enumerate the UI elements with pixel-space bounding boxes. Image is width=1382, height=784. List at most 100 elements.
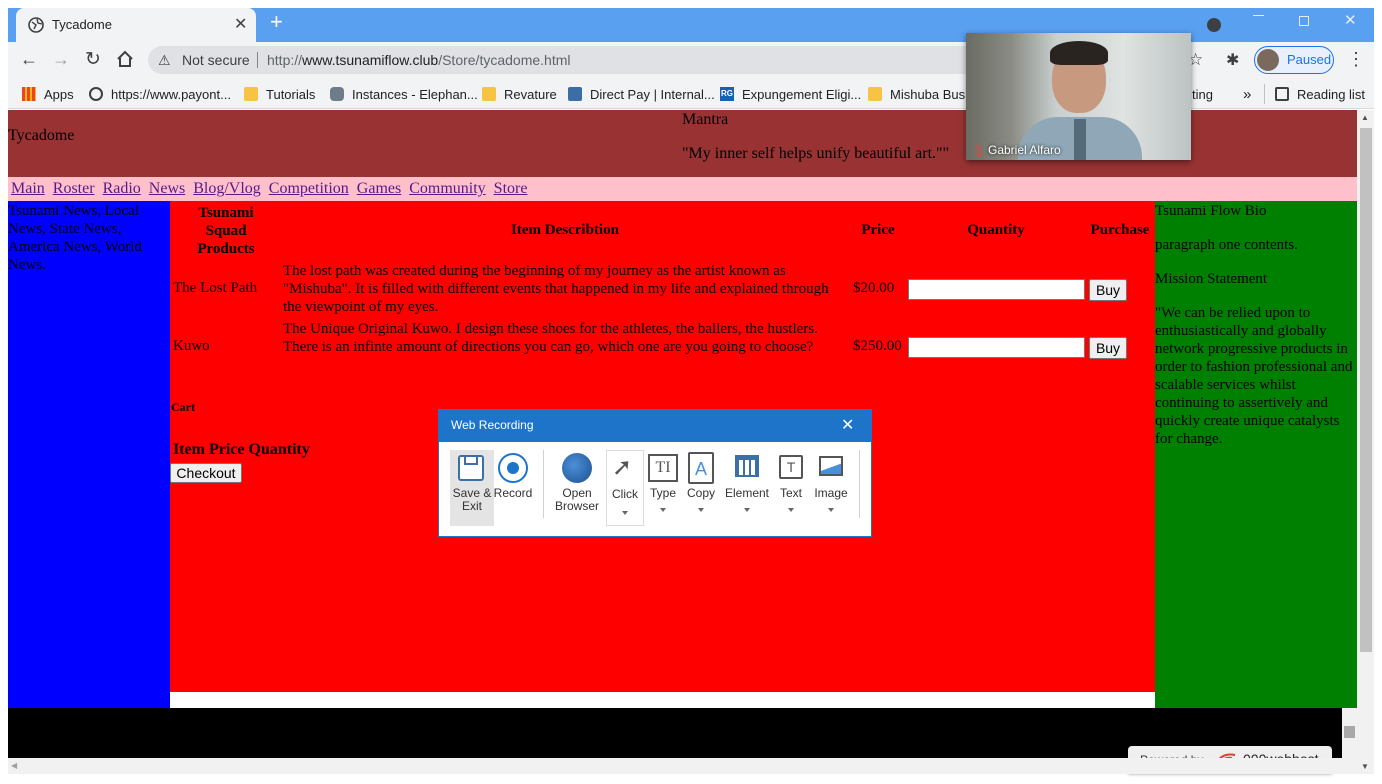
scroll-down-arrow-icon[interactable]: ▼ (1361, 762, 1369, 771)
open-browser-button[interactable]: Open Browser (552, 450, 602, 526)
participant-name: Gabriel Alfaro (988, 143, 1061, 157)
browser-tab[interactable]: Tycadome ✕ (16, 8, 256, 42)
address-bar[interactable]: ⚠ Not secure http://www.tsunamiflow.club… (148, 46, 978, 74)
extensions-icon[interactable]: ✱ (1226, 50, 1239, 70)
nav-games[interactable]: Games (357, 180, 401, 197)
type-button[interactable]: TI Type (645, 450, 681, 526)
profile-status: Paused (1287, 52, 1332, 67)
person-tie (1074, 119, 1086, 160)
restore-icon[interactable] (1299, 16, 1309, 26)
person-hair (1050, 41, 1108, 65)
avatar (1257, 49, 1279, 71)
not-secure-label: Not secure (182, 52, 250, 68)
tool-label: Record (493, 486, 533, 500)
col-header-products: Tsunami Squad Products (197, 205, 255, 257)
buy-button[interactable]: Buy (1089, 279, 1127, 301)
bookmark-label: https://www.payont... (111, 86, 231, 102)
copy-dropdown-caret[interactable] (698, 508, 704, 512)
text-dropdown-caret[interactable] (788, 508, 794, 512)
element-button[interactable]: Element (723, 450, 771, 526)
bookmark-direct-pay[interactable]: Direct Pay | Internal... (568, 84, 715, 104)
image-button[interactable]: Image (811, 450, 851, 526)
quantity-input[interactable] (908, 337, 1085, 358)
forward-icon[interactable]: → (52, 49, 70, 70)
nav-roster[interactable]: Roster (53, 180, 95, 197)
more-bookmarks[interactable]: » (1243, 84, 1251, 104)
checkout-button[interactable]: Checkout (170, 463, 242, 483)
bookmark-revature[interactable]: Revature (482, 84, 557, 104)
bookmark-label: Mishuba Busin (890, 86, 976, 102)
bookmark-instances[interactable]: Instances - Elephan... (330, 84, 478, 104)
save-exit-button[interactable]: Save & Exit (450, 450, 494, 526)
horizontal-scrollbar[interactable] (8, 758, 1357, 774)
col-header-purchase: Purchase (1090, 222, 1150, 238)
element-grid-icon (735, 455, 759, 477)
home-icon[interactable] (116, 50, 134, 68)
reading-list-icon (1275, 87, 1289, 101)
reload-icon[interactable]: ↻ (85, 48, 101, 71)
bookmark-mishuba[interactable]: Mishuba Busin (868, 84, 975, 104)
menu-kebab-icon[interactable]: ⋮ (1347, 49, 1365, 70)
record-button[interactable]: Record (491, 450, 535, 526)
bio-title: Tsunami Flow Bio (1155, 203, 1267, 219)
text-button[interactable]: T Text (773, 450, 809, 526)
record-icon (498, 453, 528, 483)
buy-button[interactable]: Buy (1089, 337, 1127, 359)
scroll-left-arrow-icon[interactable]: ◀ (11, 761, 17, 770)
rg-icon: RG (720, 87, 734, 101)
bookmark-payont[interactable]: https://www.payont... (89, 84, 231, 104)
nav-news[interactable]: News (149, 180, 185, 197)
nav-competition[interactable]: Competition (269, 180, 349, 197)
nav-store[interactable]: Store (494, 180, 528, 197)
close-icon[interactable]: ✕ (841, 415, 854, 435)
bio-text: paragraph one contents. (1155, 237, 1298, 253)
type-dropdown-caret[interactable] (660, 508, 666, 512)
bookmark-label: Revature (504, 86, 557, 102)
cursor-click-icon: ➚ (612, 454, 633, 481)
bookmark-expungement[interactable]: RG Expungement Eligi... (720, 84, 861, 104)
product-description: The Unique Original Kuwo. I design these… (283, 321, 818, 355)
element-dropdown-caret[interactable] (744, 508, 750, 512)
text-field-icon: TI (648, 454, 678, 482)
reading-list[interactable]: Reading list (1275, 84, 1365, 104)
back-icon[interactable]: ← (20, 49, 38, 70)
copy-text-icon: A (688, 452, 714, 484)
url-path: /Store/tycadome.html (438, 52, 571, 68)
close-tab-icon[interactable]: ✕ (234, 14, 247, 34)
click-dropdown-caret[interactable] (622, 511, 628, 515)
bookmark-label: Expungement Eligi... (742, 86, 862, 102)
nav-blog-vlog[interactable]: Blog/Vlog (193, 180, 261, 197)
minimize-icon[interactable] (1253, 15, 1264, 16)
new-tab-button[interactable]: + (270, 11, 283, 33)
nav-community[interactable]: Community (409, 180, 485, 197)
scroll-up-arrow-icon[interactable]: ▲ (1361, 113, 1369, 122)
nav-main[interactable]: Main (11, 180, 45, 197)
profile-button[interactable]: Paused (1254, 46, 1334, 74)
bookmark-tutorials[interactable]: Tutorials (244, 84, 315, 104)
copy-button[interactable]: A Copy (683, 450, 719, 526)
dialog-title: Web Recording (451, 418, 534, 432)
video-tile: 🎙 Gabriel Alfaro (966, 33, 1191, 160)
image-icon (819, 456, 843, 476)
col-header-description: Item Describtion (511, 222, 619, 238)
right-sidebar: Tsunami Flow Bio paragraph one contents.… (1155, 201, 1357, 708)
quantity-input[interactable] (908, 279, 1085, 300)
bookmark-label: ting (1192, 86, 1213, 102)
inner-scroll-thumb[interactable] (1344, 726, 1355, 738)
text-tool-icon: T (779, 455, 803, 479)
nav-radio[interactable]: Radio (103, 180, 141, 197)
table-row: Kuwo The Unique Original Kuwo. I design … (170, 320, 1155, 376)
url-text[interactable]: http://www.tsunamiflow.club/Store/tycado… (267, 52, 570, 68)
site-nav: Main Roster Radio News Blog/Vlog Competi… (8, 177, 1357, 201)
window-close-icon[interactable]: ✕ (1344, 11, 1357, 29)
click-button[interactable]: ➚ Click (606, 450, 644, 526)
tab-search-icon[interactable] (1207, 18, 1221, 32)
more-bookmarks-icon: » (1243, 85, 1252, 103)
tool-label: Text (779, 486, 802, 500)
image-dropdown-caret[interactable] (828, 508, 834, 512)
tool-label: Element (724, 486, 770, 500)
bookmark-partial[interactable]: ting (1192, 84, 1213, 104)
tool-label: Copy (686, 486, 715, 500)
bookmark-apps[interactable]: Apps (22, 84, 74, 104)
scrollbar-thumb[interactable] (1360, 128, 1372, 652)
